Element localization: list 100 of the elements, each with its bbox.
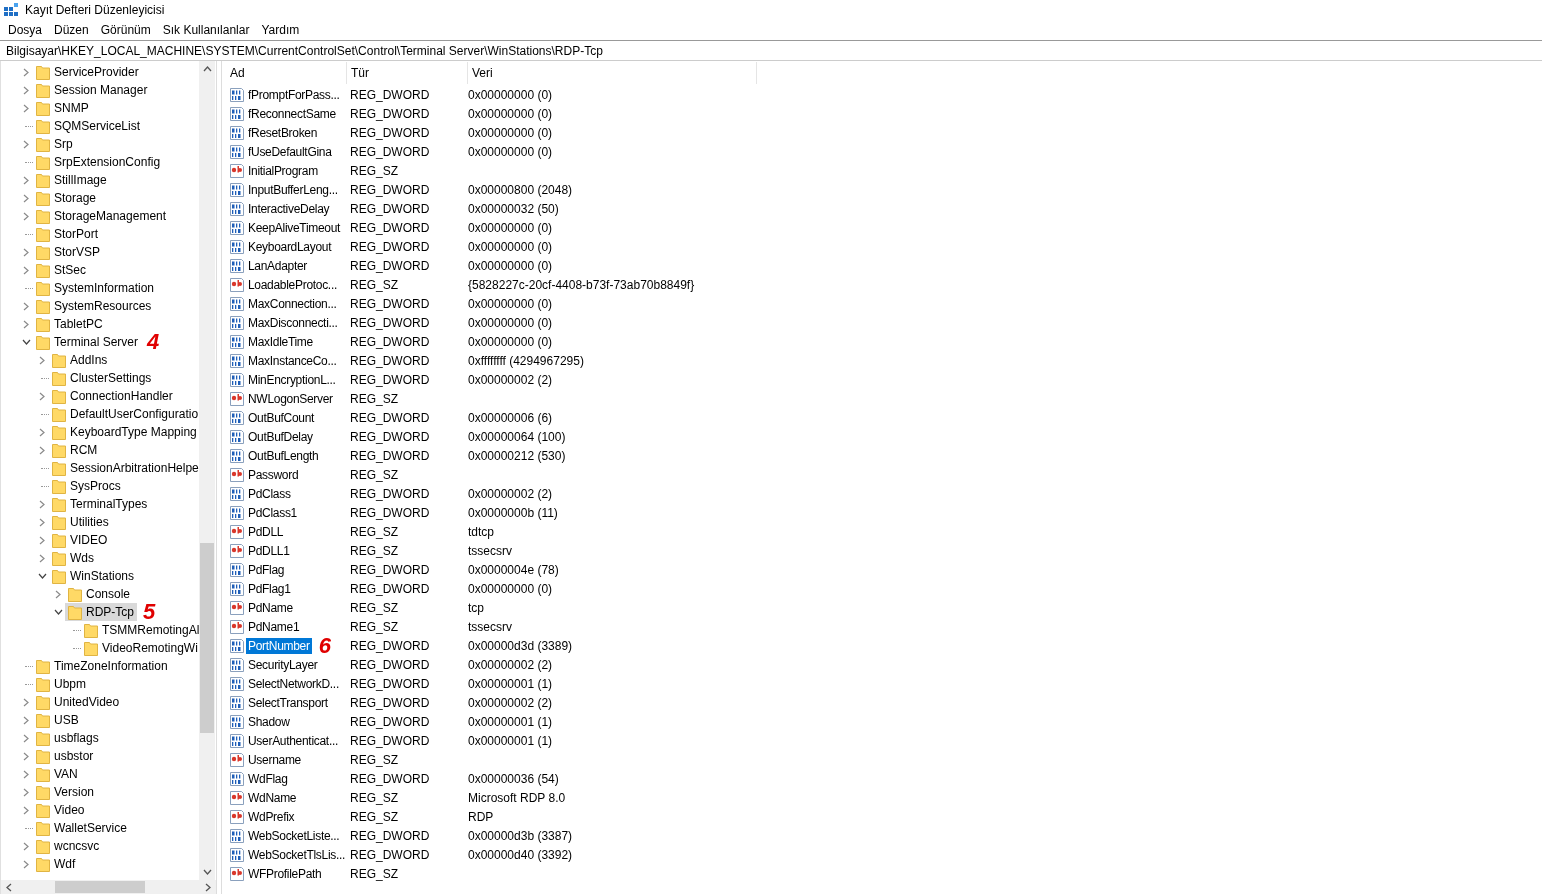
tree-item[interactable]: SystemInformation bbox=[33, 279, 158, 297]
chevron-right-icon[interactable] bbox=[22, 751, 30, 761]
column-header[interactable]: Ad bbox=[226, 62, 347, 84]
tree-item[interactable]: wcncsvc bbox=[33, 837, 103, 855]
chevron-right-icon[interactable] bbox=[22, 247, 30, 257]
tree-item[interactable]: RCM bbox=[49, 441, 101, 459]
chevron-right-icon[interactable] bbox=[22, 769, 30, 779]
value-name[interactable]: OutBufCount bbox=[246, 409, 317, 426]
tree-item[interactable]: SessionArbitrationHelpe bbox=[49, 459, 199, 477]
value-name[interactable]: WdPrefix bbox=[246, 808, 297, 825]
tree-item[interactable]: AddIns bbox=[49, 351, 111, 369]
value-name[interactable]: PdDLL bbox=[246, 523, 286, 540]
chevron-right-icon[interactable] bbox=[22, 841, 30, 851]
value-name[interactable]: WebSocketTlsLis... bbox=[246, 846, 348, 863]
value-name[interactable]: PdDLL1 bbox=[246, 542, 292, 559]
tree-item[interactable]: TSMMRemotingAl bbox=[81, 621, 199, 639]
tree-item[interactable]: DefaultUserConfiguratio bbox=[49, 405, 199, 423]
chevron-right-icon[interactable] bbox=[22, 319, 30, 329]
tree-item[interactable]: VideoRemotingWi bbox=[81, 639, 199, 657]
value-name[interactable]: MaxIdleTime bbox=[246, 333, 315, 350]
tree-item[interactable]: RDP-Tcp bbox=[65, 603, 137, 621]
tree-item[interactable]: Wds bbox=[49, 549, 97, 567]
tree-item[interactable]: USB bbox=[33, 711, 82, 729]
value-name[interactable]: Username bbox=[246, 751, 303, 768]
value-name[interactable]: OutBufDelay bbox=[246, 428, 315, 445]
value-name[interactable]: UserAuthenticat... bbox=[246, 732, 340, 749]
tree-item[interactable]: SQMServiceList bbox=[33, 117, 144, 135]
value-name[interactable]: PdClass bbox=[246, 485, 293, 502]
chevron-right-icon[interactable] bbox=[38, 499, 46, 509]
scrollbar-thumb[interactable] bbox=[200, 543, 214, 733]
value-name[interactable]: MinEncryptionL... bbox=[246, 371, 338, 388]
value-name[interactable]: MaxInstanceCo... bbox=[246, 352, 339, 369]
value-name[interactable]: PdClass1 bbox=[246, 504, 299, 521]
tree-item[interactable]: UnitedVideo bbox=[33, 693, 123, 711]
value-name[interactable]: fUseDefaultGina bbox=[246, 143, 334, 160]
chevron-right-icon[interactable] bbox=[22, 103, 30, 113]
chevron-down-icon[interactable] bbox=[37, 572, 47, 580]
tree-item[interactable]: Version bbox=[33, 783, 98, 801]
chevron-right-icon[interactable] bbox=[22, 697, 30, 707]
chevron-right-icon[interactable] bbox=[22, 787, 30, 797]
value-name[interactable]: InputBufferLeng... bbox=[246, 181, 340, 198]
value-name[interactable]: OutBufLength bbox=[246, 447, 321, 464]
value-name[interactable]: SelectNetworkD... bbox=[246, 675, 341, 692]
scroll-down-icon[interactable] bbox=[202, 868, 212, 876]
chevron-right-icon[interactable] bbox=[38, 553, 46, 563]
tree-item[interactable]: Wdf bbox=[33, 855, 79, 873]
value-name[interactable]: MaxConnection... bbox=[246, 295, 339, 312]
value-name[interactable]: WFProfilePath bbox=[246, 865, 324, 882]
tree-item[interactable]: StSec bbox=[33, 261, 89, 279]
address-bar[interactable]: Bilgisayar\HKEY_LOCAL_MACHINE\SYSTEM\CurrentControlSet\Control\Terminal Server\WinStations\RDP-Tcp bbox=[0, 40, 1542, 61]
tree-item[interactable]: VAN bbox=[33, 765, 81, 783]
chevron-right-icon[interactable] bbox=[22, 265, 30, 275]
tree-item[interactable]: StorPort bbox=[33, 225, 101, 243]
value-name[interactable]: InteractiveDelay bbox=[246, 200, 332, 217]
vertical-scrollbar[interactable] bbox=[199, 61, 215, 880]
chevron-right-icon[interactable] bbox=[22, 175, 30, 185]
menu-item[interactable]: Sık Kullanılanlar bbox=[156, 22, 256, 37]
scroll-right-icon[interactable] bbox=[204, 882, 212, 892]
menu-item[interactable]: Dosya bbox=[2, 22, 48, 37]
chevron-right-icon[interactable] bbox=[54, 589, 62, 599]
chevron-right-icon[interactable] bbox=[22, 715, 30, 725]
chevron-right-icon[interactable] bbox=[22, 805, 30, 815]
chevron-right-icon[interactable] bbox=[22, 67, 30, 77]
tree-item[interactable]: StorVSP bbox=[33, 243, 104, 261]
value-name[interactable]: NWLogonServer bbox=[246, 390, 335, 407]
scrollbar-thumb[interactable] bbox=[55, 881, 145, 893]
column-header[interactable]: Tür bbox=[347, 62, 468, 84]
tree-item[interactable]: Console bbox=[65, 585, 134, 603]
chevron-right-icon[interactable] bbox=[22, 193, 30, 203]
chevron-right-icon[interactable] bbox=[38, 427, 46, 437]
chevron-right-icon[interactable] bbox=[38, 535, 46, 545]
tree-item[interactable]: StorageManagement bbox=[33, 207, 170, 225]
chevron-right-icon[interactable] bbox=[22, 733, 30, 743]
tree-item[interactable]: ServiceProvider bbox=[33, 63, 142, 81]
tree-item[interactable]: SystemResources bbox=[33, 297, 155, 315]
value-name[interactable]: PdFlag1 bbox=[246, 580, 293, 597]
tree-item[interactable]: TerminalTypes bbox=[49, 495, 151, 513]
tree-item[interactable]: SNMP bbox=[33, 99, 92, 117]
tree-item[interactable]: StillImage bbox=[33, 171, 110, 189]
tree-item[interactable]: Utilities bbox=[49, 513, 112, 531]
value-name[interactable]: fReconnectSame bbox=[246, 105, 338, 122]
value-name[interactable]: PortNumber bbox=[246, 637, 312, 654]
value-name[interactable]: fPromptForPass... bbox=[246, 86, 342, 103]
tree-item[interactable]: SysProcs bbox=[49, 477, 124, 495]
chevron-right-icon[interactable] bbox=[38, 517, 46, 527]
chevron-right-icon[interactable] bbox=[38, 445, 46, 455]
tree-item[interactable]: Ubpm bbox=[33, 675, 89, 693]
value-name[interactable]: LanAdapter bbox=[246, 257, 310, 274]
scroll-up-icon[interactable] bbox=[202, 65, 212, 73]
value-name[interactable]: WdFlag bbox=[246, 770, 290, 787]
tree-item[interactable]: TabletPC bbox=[33, 315, 106, 333]
tree-item[interactable]: TimeZoneInformation bbox=[33, 657, 171, 675]
tree-item[interactable]: VIDEO bbox=[49, 531, 111, 549]
chevron-right-icon[interactable] bbox=[22, 859, 30, 869]
value-name[interactable]: KeyboardLayout bbox=[246, 238, 334, 255]
menu-item[interactable]: Görünüm bbox=[94, 22, 157, 37]
value-name[interactable]: SecurityLayer bbox=[246, 656, 320, 673]
value-name[interactable]: PdFlag bbox=[246, 561, 287, 578]
value-name[interactable]: KeepAliveTimeout bbox=[246, 219, 343, 236]
tree-item[interactable]: Session Manager bbox=[33, 81, 151, 99]
